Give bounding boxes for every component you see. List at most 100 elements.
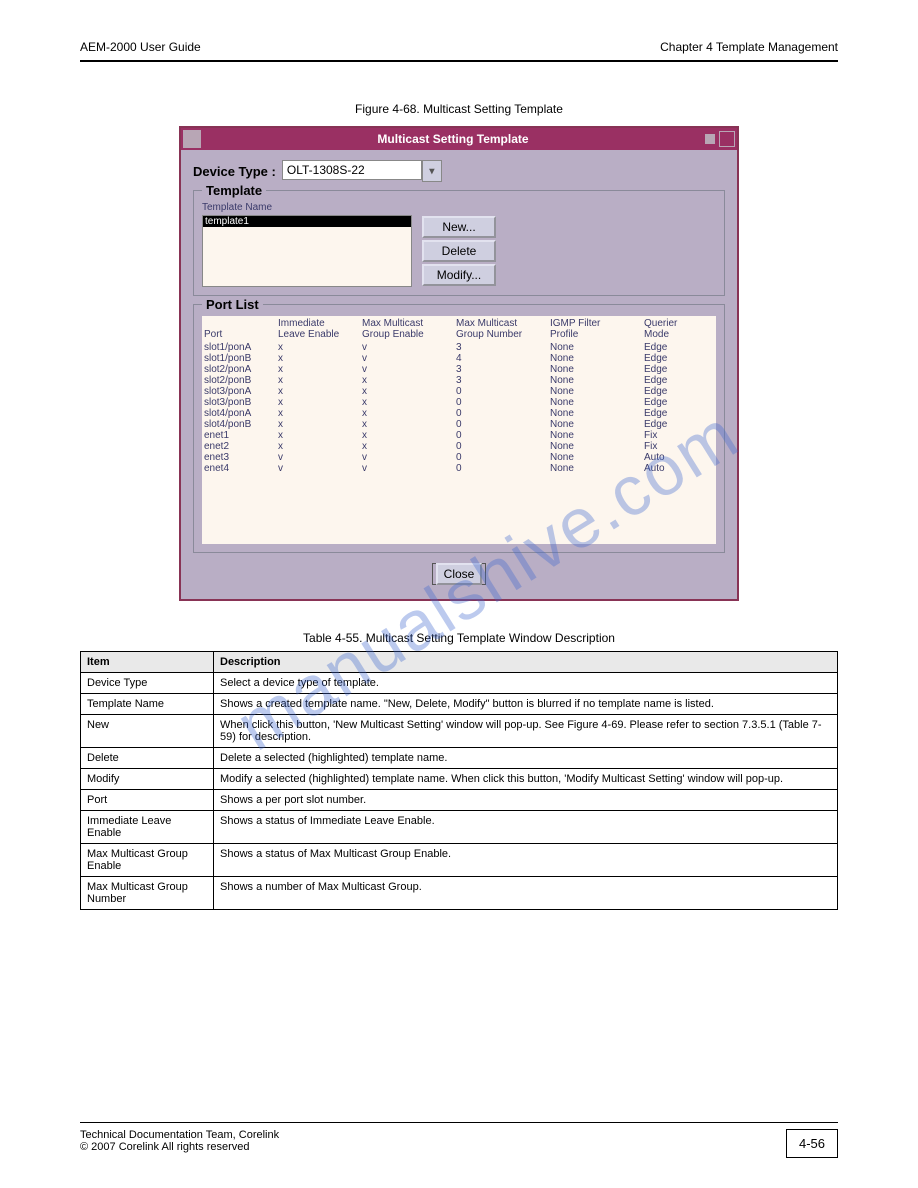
cell-port: slot3/ponA [204,386,274,397]
table-row[interactable]: slot3/ponAxx0NoneEdge [204,386,714,397]
cell-item: New [81,715,214,748]
cell-desc: Modify a selected (highlighted) template… [214,769,838,790]
cell-desc: Delete a selected (highlighted) template… [214,748,838,769]
cell-mgn: 0 [456,441,546,452]
cell-q: Edge [644,375,704,386]
table-row: Device TypeSelect a device type of templ… [81,673,838,694]
cell-mge: v [362,452,452,463]
header-left: AEM-2000 User Guide [80,40,201,54]
col-igmp-2: Profile [550,329,578,340]
col-mgn-2: Group Number [456,329,522,340]
th-desc: Description [214,652,838,673]
cell-igmp: None [550,342,640,353]
cell-port: slot4/ponA [204,408,274,419]
cell-q: Auto [644,452,704,463]
cell-desc: Shows a created template name. "New, Del… [214,694,838,715]
cell-item: Device Type [81,673,214,694]
cell-mge: v [362,353,452,364]
cell-q: Edge [644,408,704,419]
cell-item: Max Multicast Group Number [81,877,214,910]
cell-item: Port [81,790,214,811]
cell-q: Fix [644,430,704,441]
cell-desc: Shows a status of Max Multicast Group En… [214,844,838,877]
cell-igmp: None [550,463,640,474]
cell-igmp: None [550,441,640,452]
table-row[interactable]: slot3/ponBxx0NoneEdge [204,397,714,408]
cell-port: enet3 [204,452,274,463]
table-row[interactable]: slot4/ponAxx0NoneEdge [204,408,714,419]
cell-mgn: 0 [456,430,546,441]
cell-desc: Shows a status of Immediate Leave Enable… [214,811,838,844]
table-row[interactable]: enet2xx0NoneFix [204,441,714,452]
col-mgn-1: Max Multicast [456,318,517,329]
col-imm-1: Immediate [278,318,325,329]
cell-desc: Shows a per port slot number. [214,790,838,811]
delete-button[interactable]: Delete [422,240,496,262]
col-mge-1: Max Multicast [362,318,423,329]
cell-imm: x [278,375,358,386]
cell-mge: x [362,386,452,397]
table-row[interactable]: slot2/ponBxx3NoneEdge [204,375,714,386]
cell-mgn: 0 [456,386,546,397]
device-type-label: Device Type : [193,164,276,179]
table-row[interactable]: enet3vv0NoneAuto [204,452,714,463]
table-row[interactable]: slot1/ponBxv4NoneEdge [204,353,714,364]
cell-mge: x [362,397,452,408]
title-bar: Multicast Setting Template [181,128,737,150]
page-header: AEM-2000 User Guide Chapter 4 Template M… [80,40,838,62]
table-row[interactable]: slot2/ponAxv3NoneEdge [204,364,714,375]
window-menu-icon[interactable] [183,130,201,148]
cell-q: Edge [644,397,704,408]
cell-mgn: 3 [456,342,546,353]
window-title: Multicast Setting Template [203,132,703,146]
cell-q: Edge [644,364,704,375]
cell-q: Edge [644,342,704,353]
cell-mge: x [362,419,452,430]
template-list[interactable]: template1 [202,215,412,287]
maximize-icon[interactable] [719,131,735,147]
cell-imm: x [278,364,358,375]
cell-port: slot4/ponB [204,419,274,430]
minimize-icon[interactable] [705,134,715,144]
cell-imm: x [278,397,358,408]
table-row: Max Multicast Group EnableShows a status… [81,844,838,877]
template-list-item[interactable]: template1 [203,216,411,227]
cell-igmp: None [550,430,640,441]
cell-port: enet1 [204,430,274,441]
modify-button[interactable]: Modify... [422,264,496,286]
cell-mgn: 0 [456,419,546,430]
cell-item: Modify [81,769,214,790]
cell-item: Template Name [81,694,214,715]
cell-port: enet2 [204,441,274,452]
cell-mge: v [362,463,452,474]
col-q-2: Mode [644,329,669,340]
cell-igmp: None [550,452,640,463]
port-list-group: Port List Port ImmediateLeave Enable Max… [193,304,725,553]
col-port: Port [204,329,222,340]
cell-mge: x [362,441,452,452]
cell-mge: x [362,430,452,441]
cell-port: slot2/ponA [204,364,274,375]
cell-imm: x [278,419,358,430]
port-table-header: Port ImmediateLeave Enable Max Multicast… [204,318,714,340]
close-button[interactable]: Close [436,563,483,585]
new-button[interactable]: New... [422,216,496,238]
cell-mgn: 0 [456,463,546,474]
cell-mge: v [362,342,452,353]
device-type-select[interactable] [282,160,422,180]
header-right: Chapter 4 Template Management [660,40,838,54]
cell-imm: x [278,342,358,353]
cell-item: Immediate Leave Enable [81,811,214,844]
table-row[interactable]: enet4vv0NoneAuto [204,463,714,474]
table-row[interactable]: slot1/ponAxv3NoneEdge [204,342,714,353]
th-item: Item [81,652,214,673]
table-row[interactable]: enet1xx0NoneFix [204,430,714,441]
cell-mgn: 0 [456,408,546,419]
page-footer: Technical Documentation Team, Corelink ©… [80,1122,838,1158]
chevron-down-icon[interactable]: ▾ [422,160,442,182]
table-row[interactable]: slot4/ponBxx0NoneEdge [204,419,714,430]
cell-port: slot3/ponB [204,397,274,408]
cell-q: Fix [644,441,704,452]
cell-desc: Shows a number of Max Multicast Group. [214,877,838,910]
cell-mgn: 0 [456,452,546,463]
